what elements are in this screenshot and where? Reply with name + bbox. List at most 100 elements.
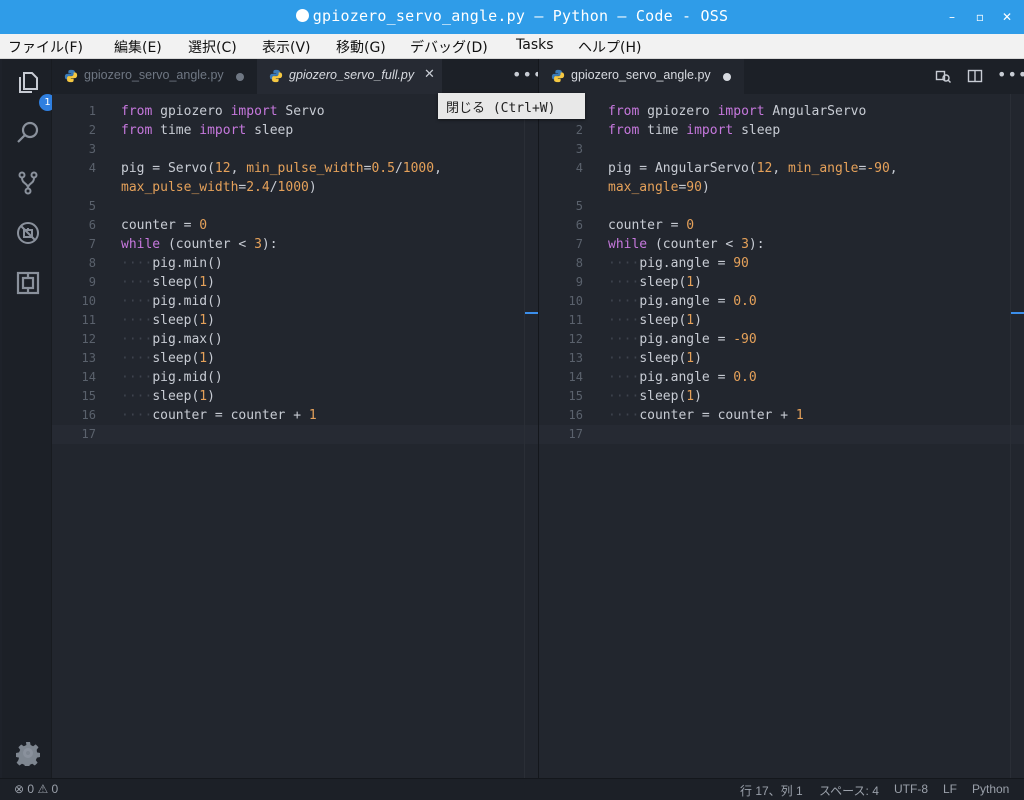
left-scroll-position-marker: [525, 312, 538, 314]
code-text: ····counter = counter + 1: [608, 408, 804, 423]
code-line[interactable]: max_angle=90): [539, 178, 1024, 197]
source-control-icon[interactable]: [15, 170, 41, 196]
left-scrollbar[interactable]: [524, 94, 538, 778]
right-scrollbar[interactable]: [1010, 94, 1024, 778]
code-text: while (counter < 3):: [608, 237, 765, 252]
code-line[interactable]: 12 ····pig.max(): [52, 330, 538, 349]
file-encoding[interactable]: UTF-8: [894, 782, 928, 796]
split-editor-icon[interactable]: [967, 68, 983, 84]
code-line[interactable]: 6 counter = 0: [52, 216, 538, 235]
menu-selection[interactable]: 選択(C): [188, 37, 237, 57]
code-text: counter = 0: [608, 218, 695, 233]
problems-indicator[interactable]: ⊗ 0 ⚠ 0: [14, 782, 58, 796]
code-text: ····pig.angle = 90: [608, 256, 749, 271]
code-line[interactable]: 15 ····sleep(1): [52, 387, 538, 406]
gear-icon[interactable]: [15, 740, 41, 768]
left-code-editor[interactable]: 1 from gpiozero import Servo 2 from time im…: [52, 94, 538, 778]
close-tab-icon[interactable]: ✕: [424, 67, 435, 82]
left-editor-group: gpiozero_servo_angle.py gpiozero_servo_f…: [52, 59, 542, 778]
code-line[interactable]: 9 ····sleep(1): [539, 273, 1024, 292]
code-line[interactable]: 3: [52, 140, 538, 159]
code-text: ····sleep(1): [608, 275, 702, 290]
code-line[interactable]: 10 ····pig.angle = 0.0: [539, 292, 1024, 311]
code-line[interactable]: 14 ····pig.mid(): [52, 368, 538, 387]
code-line[interactable]: 16 ····counter = counter + 1: [52, 406, 538, 425]
language-mode[interactable]: Python: [972, 782, 1009, 796]
debug-icon[interactable]: [15, 220, 41, 246]
code-line[interactable]: 4 pig = Servo(12, min_pulse_width=0.5/100…: [52, 159, 538, 178]
code-line[interactable]: 5: [52, 197, 538, 216]
line-number: 14: [81, 370, 96, 384]
code-text: from gpiozero import Servo: [121, 104, 325, 119]
line-number: 1: [88, 104, 96, 118]
code-text: ····sleep(1): [608, 389, 702, 404]
right-code-editor[interactable]: 1from gpiozero import AngularServo 2 from …: [539, 94, 1024, 778]
extensions-icon[interactable]: [15, 270, 41, 296]
code-line[interactable]: 13 ····sleep(1): [539, 349, 1024, 368]
code-line[interactable]: 9 ····sleep(1): [52, 273, 538, 292]
python-icon: [64, 69, 78, 83]
code-line[interactable]: 17: [52, 425, 538, 444]
menu-debug[interactable]: デバッグ(D): [410, 37, 488, 57]
code-text: from gpiozero import AngularServo: [608, 104, 867, 119]
line-number: 10: [568, 294, 583, 308]
code-line[interactable]: 8 ····pig.angle = 90: [539, 254, 1024, 273]
line-number: 13: [568, 351, 583, 365]
code-line[interactable]: 2 from time import sleep: [539, 121, 1024, 140]
code-line[interactable]: 14 ····pig.angle = 0.0: [539, 368, 1024, 387]
line-number: 16: [81, 408, 96, 422]
code-line[interactable]: 13 ····sleep(1): [52, 349, 538, 368]
code-line[interactable]: 7 while (counter < 3):: [539, 235, 1024, 254]
code-line[interactable]: 17: [539, 425, 1024, 444]
warning-icon: ⚠: [37, 782, 49, 796]
code-line[interactable]: 11 ····sleep(1): [52, 311, 538, 330]
search-icon[interactable]: [15, 120, 41, 146]
code-line[interactable]: 10 ····pig.mid(): [52, 292, 538, 311]
line-number: 5: [575, 199, 583, 213]
cursor-position[interactable]: 行 17、列 1: [740, 782, 803, 799]
code-line[interactable]: 15 ····sleep(1): [539, 387, 1024, 406]
menu-help[interactable]: ヘルプ(H): [578, 37, 641, 57]
more-actions-icon[interactable]: •••: [997, 65, 1024, 84]
indentation-setting[interactable]: スペース: 4: [819, 782, 879, 799]
minimize-button[interactable]: –: [944, 9, 960, 25]
unsaved-dot-icon: [723, 73, 731, 81]
close-window-button[interactable]: ✕: [999, 9, 1015, 25]
line-number: 10: [81, 294, 96, 308]
tab-gpiozero-servo-full[interactable]: gpiozero_servo_full.py ✕: [257, 59, 442, 94]
code-line[interactable]: 2 from time import sleep: [52, 121, 538, 140]
code-line[interactable]: 8 ····pig.min(): [52, 254, 538, 273]
explorer-icon[interactable]: 1: [15, 70, 56, 111]
code-text: from time import sleep: [121, 123, 294, 138]
code-text: max_angle=90): [608, 180, 710, 195]
code-text: ····pig.angle = -90: [608, 332, 757, 347]
tab-gpiozero-servo-angle-right[interactable]: gpiozero_servo_angle.py: [539, 59, 744, 94]
code-line[interactable]: max_pulse_width=2.4/1000): [52, 178, 538, 197]
menu-edit[interactable]: 編集(E): [114, 37, 162, 57]
code-line[interactable]: 4 pig = AngularServo(12, min_angle=-90,: [539, 159, 1024, 178]
line-number: 11: [568, 313, 583, 327]
tab-gpiozero-servo-angle-left[interactable]: gpiozero_servo_angle.py: [52, 59, 257, 94]
menu-file[interactable]: ファイル(F): [8, 37, 83, 57]
code-line[interactable]: 1from gpiozero import AngularServo: [539, 102, 1024, 121]
code-line[interactable]: 5: [539, 197, 1024, 216]
code-text: ····pig.max(): [121, 332, 223, 347]
line-number: 14: [568, 370, 583, 384]
maximize-button[interactable]: ▫: [972, 9, 988, 25]
code-text: ····sleep(1): [608, 313, 702, 328]
code-line[interactable]: 16 ····counter = counter + 1: [539, 406, 1024, 425]
end-of-line[interactable]: LF: [943, 782, 957, 796]
menu-view[interactable]: 表示(V): [262, 37, 311, 57]
code-line[interactable]: 6 counter = 0: [539, 216, 1024, 235]
menu-tasks[interactable]: Tasks: [516, 37, 554, 53]
code-line[interactable]: 12 ····pig.angle = -90: [539, 330, 1024, 349]
menu-go[interactable]: 移動(G): [336, 37, 386, 57]
code-line[interactable]: 7 while (counter < 3):: [52, 235, 538, 254]
unsaved-dot-icon: [295, 9, 309, 22]
line-number: 7: [575, 237, 583, 251]
open-changes-icon[interactable]: [935, 68, 951, 84]
line-number: 3: [575, 142, 583, 156]
unsaved-dot-icon: [236, 73, 244, 81]
code-line[interactable]: 11 ····sleep(1): [539, 311, 1024, 330]
code-line[interactable]: 3: [539, 140, 1024, 159]
